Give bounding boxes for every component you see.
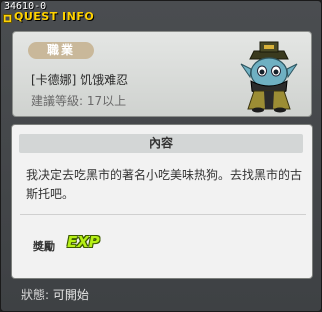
- quest-status: 狀態: 可開始: [21, 286, 89, 303]
- quest-info-window: 34610-0 QUEST INFO 職業 [卡德娜] 饥饿难忍 建議等級: 1…: [0, 0, 322, 312]
- level-requirement: 建議等級: 17以上: [31, 94, 127, 108]
- reward-label: 獎勵: [33, 240, 55, 253]
- quest-title-icon: [3, 14, 12, 23]
- window-title: QUEST INFO: [14, 10, 95, 23]
- divider: [20, 214, 306, 215]
- job-badge: 職業: [28, 42, 94, 59]
- content-panel: 內容 我决定去吃黑市的著名小吃美味热狗。去找黑市的古斯托吧。 獎勵 EXP: [11, 124, 313, 279]
- job-name: [卡德娜] 饥饿难忍: [31, 73, 129, 87]
- exp-reward-icon: EXP: [67, 233, 100, 251]
- job-panel: 職業 [卡德娜] 饥饿难忍 建議等級: 17以上: [12, 31, 312, 117]
- masked-ninja-character-icon: [240, 41, 298, 113]
- content-header: 內容: [19, 134, 303, 153]
- quest-description: 我决定去吃黑市的著名小吃美味热狗。去找黑市的古斯托吧。: [26, 168, 303, 201]
- status-value: 可開始: [52, 288, 89, 302]
- status-label: 狀態:: [21, 288, 50, 302]
